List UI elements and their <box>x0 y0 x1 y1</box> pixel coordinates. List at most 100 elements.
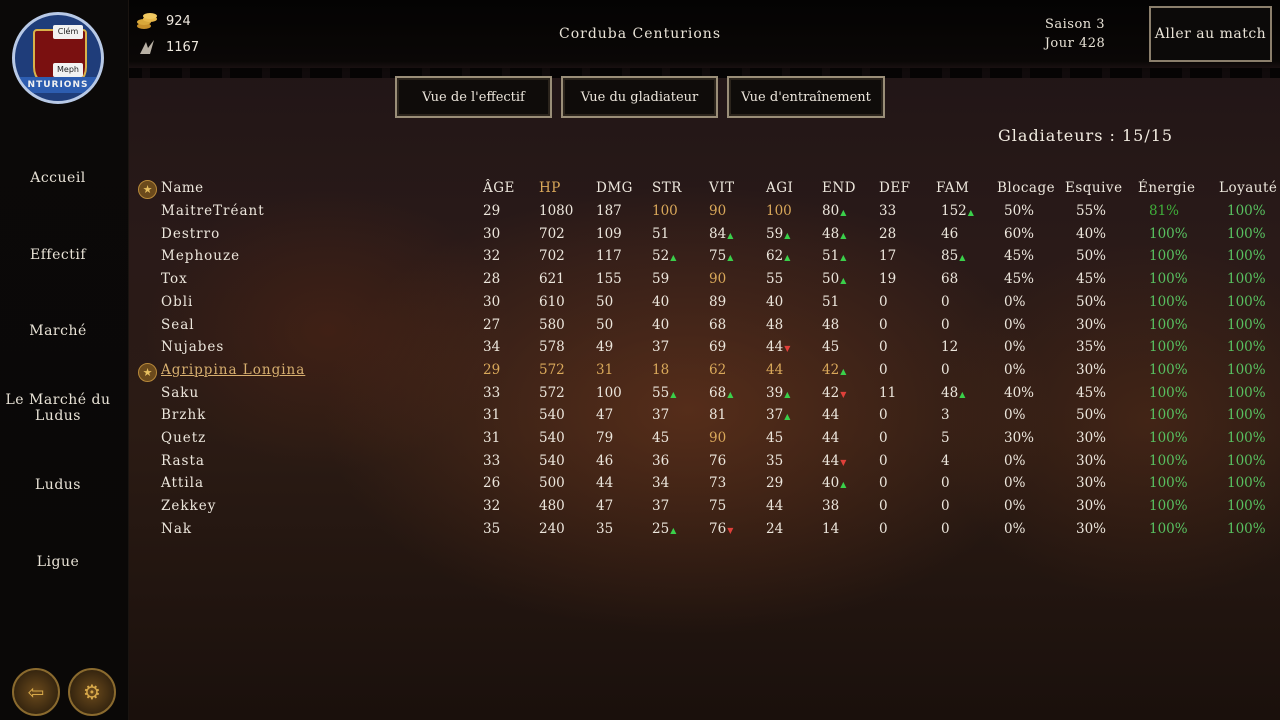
cell-name[interactable]: Mephouze <box>161 248 240 264</box>
cell-name[interactable]: Seal <box>161 317 195 333</box>
cell-name[interactable]: Zekkey <box>161 498 216 514</box>
nav-marche[interactable]: Marché <box>0 323 116 339</box>
cell-hp: 240 <box>539 520 565 537</box>
cell-str: 59 <box>652 271 670 288</box>
cell-str: 100 <box>652 203 678 219</box>
arrow-up-icon: ▲ <box>784 230 791 240</box>
column-header-fam[interactable]: FAM <box>936 180 969 196</box>
column-header-esquive[interactable]: Esquive <box>1065 180 1123 196</box>
team-logo[interactable]: NTURIONS Clém Meph <box>12 12 104 104</box>
cell-blocage-wrapper: 45% <box>1004 271 1034 287</box>
settings-button[interactable]: ⚙ <box>68 668 116 716</box>
cell-esquive-wrapper: 50% <box>1076 248 1106 264</box>
cell-name[interactable]: Brzhk <box>161 407 206 423</box>
player-tag-1: Clém <box>53 25 83 39</box>
column-header-name[interactable]: Name <box>161 180 204 196</box>
cell-name[interactable]: MaitreTréant <box>161 203 265 219</box>
cell-loyaute-wrapper: 100% <box>1227 521 1266 537</box>
cell-name[interactable]: Obli <box>161 294 193 310</box>
cell-dmg: 44 <box>596 475 614 492</box>
cell-esquive: 50% <box>1076 407 1107 424</box>
training-view-button[interactable]: Vue d'entraînement <box>727 76 885 118</box>
favorite-star-icon[interactable]: ★ <box>138 362 157 382</box>
column-header-dmg[interactable]: DMG <box>596 180 633 196</box>
nav-marche-ludus[interactable]: Le Marché du Ludus <box>0 392 116 424</box>
cell-agi-wrapper: 44▼ <box>766 339 790 355</box>
cell-blocage: 0% <box>1004 452 1026 469</box>
cell-agi-wrapper: 45 <box>766 430 783 446</box>
column-header-loyaute[interactable]: Loyauté <box>1219 180 1277 196</box>
column-header-vit[interactable]: VIT <box>709 180 735 196</box>
cell-fam: 3 <box>941 407 950 424</box>
cell-esquive-wrapper: 30% <box>1076 521 1106 537</box>
cell-age: 31 <box>483 407 501 424</box>
nav-ligue[interactable]: Ligue <box>0 554 116 570</box>
cell-loyaute: 100% <box>1227 407 1266 424</box>
cell-name[interactable]: Tox <box>161 271 188 287</box>
nav-accueil[interactable]: Accueil <box>0 170 116 186</box>
cell-name[interactable]: Rasta <box>161 453 205 469</box>
sort-star-icon[interactable]: ★ <box>138 180 157 199</box>
cell-hp: 572 <box>539 361 565 378</box>
go-to-match-button[interactable]: Aller au match <box>1149 6 1272 62</box>
cell-str: 37 <box>652 498 670 515</box>
column-header-blocage[interactable]: Blocage <box>997 180 1055 196</box>
cell-name[interactable]: Destrro <box>161 226 220 242</box>
cell-name[interactable]: Agrippina Longina <box>161 362 305 378</box>
column-header-str[interactable]: STR <box>652 180 682 196</box>
cell-name[interactable]: Nujabes <box>161 339 224 355</box>
cell-esquive: 45% <box>1076 271 1107 288</box>
cell-age-wrapper: 34 <box>483 339 500 355</box>
cell-name[interactable]: Attila <box>161 475 204 491</box>
cell-name-wrapper: Obli <box>161 294 193 310</box>
nav-effectif[interactable]: Effectif <box>0 247 116 263</box>
nav-ludus[interactable]: Ludus <box>0 477 116 493</box>
cell-esquive-wrapper: 30% <box>1076 317 1106 333</box>
gladiator-view-button[interactable]: Vue du gladiateur <box>561 76 718 118</box>
cell-dmg: 187 <box>596 203 622 219</box>
column-header-hp[interactable]: HP <box>539 180 561 196</box>
cell-energie: 100% <box>1149 520 1188 537</box>
cell-dmg-wrapper: 50 <box>596 294 613 310</box>
cell-name-wrapper: Rasta <box>161 453 205 469</box>
cell-age-wrapper: 33 <box>483 385 500 401</box>
cell-name[interactable]: Quetz <box>161 430 206 446</box>
cell-blocage-wrapper: 45% <box>1004 248 1034 264</box>
cell-vit: 76 <box>709 452 727 469</box>
cell-end-wrapper: 44 <box>822 430 839 446</box>
cell-energie-wrapper: 100% <box>1149 362 1188 378</box>
arrow-up-icon: ▲ <box>840 253 847 263</box>
cell-vit-wrapper: 90 <box>709 271 726 287</box>
arrow-up-icon: ▲ <box>840 208 847 217</box>
column-header-end[interactable]: END <box>822 180 856 196</box>
cell-energie: 100% <box>1149 225 1188 242</box>
cell-fam-wrapper: 48▲ <box>941 385 965 401</box>
cell-name[interactable]: Saku <box>161 385 199 401</box>
arrow-up-icon: ▲ <box>670 253 677 263</box>
back-button[interactable]: ⇦ <box>12 668 60 716</box>
cell-age-wrapper: 30 <box>483 294 500 310</box>
cell-agi: 55 <box>766 271 784 288</box>
cell-def-wrapper: 0 <box>879 294 888 310</box>
cell-name-wrapper: Agrippina Longina <box>161 362 305 378</box>
column-header-age[interactable]: ÂGE <box>483 180 515 196</box>
gladiator-count: Gladiateurs : 15/15 <box>998 126 1174 145</box>
cell-energie-wrapper: 100% <box>1149 521 1188 537</box>
cell-end: 42 <box>822 361 840 378</box>
cell-esquive-wrapper: 30% <box>1076 475 1106 491</box>
season-info: Saison 3 Jour 428 <box>1030 15 1120 53</box>
cell-end: 44 <box>822 452 840 469</box>
squad-view-button[interactable]: Vue de l'effectif <box>395 76 552 118</box>
cell-esquive: 30% <box>1076 520 1107 537</box>
cell-hp-wrapper: 540 <box>539 407 565 423</box>
cell-age-wrapper: 29 <box>483 203 500 219</box>
cell-name[interactable]: Nak <box>161 521 192 537</box>
cell-loyaute: 100% <box>1227 316 1266 333</box>
cell-vit: 76 <box>709 520 727 537</box>
cell-age: 30 <box>483 225 501 242</box>
cell-vit: 62 <box>709 361 727 378</box>
column-header-def[interactable]: DEF <box>879 180 911 196</box>
cell-name-wrapper: Saku <box>161 385 199 401</box>
column-header-agi[interactable]: AGI <box>766 180 793 196</box>
column-header-energie[interactable]: Énergie <box>1138 180 1195 196</box>
